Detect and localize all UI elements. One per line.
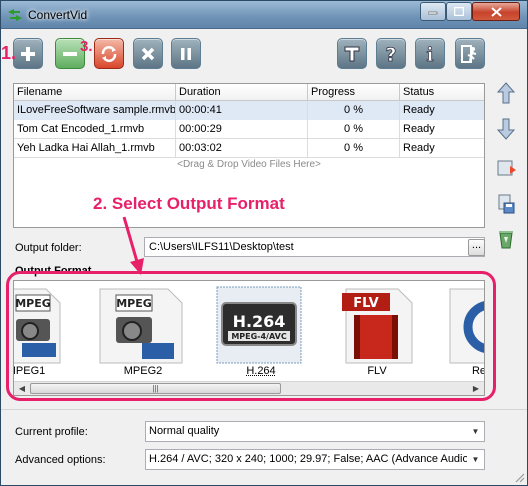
cell-status: Ready xyxy=(403,123,435,135)
arrow-down-icon xyxy=(496,118,516,140)
browse-folder-button[interactable]: ... xyxy=(468,239,485,256)
format-highlight-box xyxy=(6,271,496,401)
cell-filename: ILoveFreeSoftware sample.rmvb xyxy=(14,101,176,120)
cell-progress: 0 % xyxy=(308,120,400,139)
help-icon: ? xyxy=(385,43,397,65)
close-button[interactable] xyxy=(472,2,520,21)
info-icon: i xyxy=(426,43,434,65)
cell-status: Ready xyxy=(403,142,435,154)
profile-select-value: Normal quality xyxy=(149,425,220,437)
cell-duration: 00:03:02 xyxy=(176,139,308,158)
convert-icon xyxy=(101,45,117,62)
convert-button[interactable] xyxy=(94,38,124,69)
svg-text:i: i xyxy=(426,44,433,65)
maximize-button[interactable] xyxy=(446,2,472,21)
table-row[interactable]: Tom Cat Encoded_1.rmvb 00:00:29 0 % Read… xyxy=(14,120,484,139)
table-header: Filename Duration Progress Status xyxy=(14,84,484,101)
profile-select[interactable]: Normal quality ▼ xyxy=(145,421,485,442)
current-profile-label: Current profile: xyxy=(15,426,88,438)
minimize-button[interactable] xyxy=(420,2,446,21)
help-button[interactable]: ? xyxy=(376,38,406,69)
cell-duration: 00:00:29 xyxy=(176,120,308,139)
step1-annotation: 1. xyxy=(1,43,17,63)
app-window: ConvertVid ? i 1. 3. Filename Duration P… xyxy=(0,0,528,486)
cell-duration: 00:00:41 xyxy=(176,101,308,120)
resize-grip-icon[interactable] xyxy=(513,471,525,483)
save-list-icon xyxy=(498,194,515,214)
move-down-button[interactable] xyxy=(494,117,518,141)
close-icon xyxy=(490,6,502,17)
chevron-down-icon: ▼ xyxy=(467,422,484,441)
pause-icon xyxy=(181,47,191,60)
stop-button[interactable] xyxy=(133,38,163,69)
step3-annotation: 3. xyxy=(80,38,93,55)
window-title: ConvertVid xyxy=(28,8,88,22)
cell-status: Ready xyxy=(400,101,484,120)
move-up-button[interactable] xyxy=(494,81,518,105)
settings-icon xyxy=(344,46,360,61)
divider xyxy=(1,409,527,410)
svg-text:?: ? xyxy=(385,44,396,65)
step2-annotation: 2. Select Output Format xyxy=(93,194,285,213)
minus-icon xyxy=(63,51,77,56)
cell-filename: Tom Cat Encoded_1.rmvb xyxy=(14,120,176,139)
drag-drop-hint: <Drag & Drop Video Files Here> xyxy=(177,159,321,170)
exit-icon xyxy=(461,44,477,63)
column-header-duration[interactable]: Duration xyxy=(176,84,308,101)
table-row[interactable]: Yeh Ladka Hai Allah_1.rmvb 00:03:02 0 % … xyxy=(14,139,484,158)
settings-button[interactable] xyxy=(337,38,367,69)
save-list-button[interactable] xyxy=(494,192,518,216)
clear-list-button[interactable] xyxy=(494,227,518,251)
exit-button[interactable] xyxy=(455,38,485,69)
minimize-icon xyxy=(428,11,438,14)
cell-progress: 0 % xyxy=(308,101,400,120)
advanced-options-value: H.264 / AVC; 320 x 240; 1000; 29.97; Fal… xyxy=(149,453,480,465)
advanced-options-label: Advanced options: xyxy=(15,454,106,466)
app-icon xyxy=(8,9,22,21)
add-files-button[interactable] xyxy=(13,38,43,69)
maximize-icon xyxy=(454,7,464,16)
pause-button[interactable] xyxy=(171,38,201,69)
cell-filename: Yeh Ladka Hai Allah_1.rmvb xyxy=(14,139,176,158)
info-button[interactable]: i xyxy=(415,38,445,69)
arrow-up-icon xyxy=(496,82,516,104)
chevron-down-icon: ▼ xyxy=(467,450,484,469)
play-file-button[interactable] xyxy=(494,156,518,180)
output-folder-label: Output folder: xyxy=(15,242,82,254)
column-header-status[interactable]: Status xyxy=(400,84,484,101)
cell-progress: 0 % xyxy=(308,139,400,158)
column-header-filename[interactable]: Filename xyxy=(14,84,176,101)
advanced-options-select[interactable]: H.264 / AVC; 320 x 240; 1000; 29.97; Fal… xyxy=(145,449,485,470)
table-row[interactable]: ILoveFreeSoftware sample.rmvb 00:00:41 0… xyxy=(14,101,484,120)
output-folder-field[interactable]: C:\Users\ILFS11\Desktop\test xyxy=(144,237,485,257)
column-header-progress[interactable]: Progress xyxy=(308,84,400,101)
title-bar: ConvertVid xyxy=(1,1,527,29)
stop-icon xyxy=(141,47,155,60)
plus-icon xyxy=(21,46,35,61)
recycle-bin-icon xyxy=(499,231,513,249)
play-file-icon xyxy=(497,160,516,176)
